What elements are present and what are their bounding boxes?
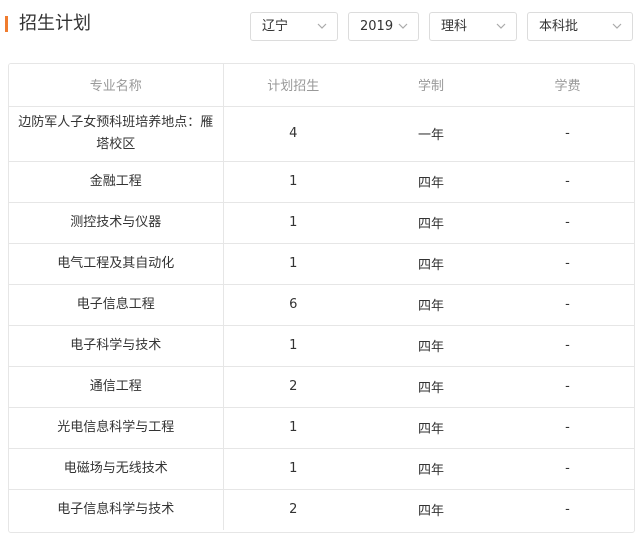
- major-name: 电子信息工程: [9, 284, 224, 326]
- duration: 四年: [417, 504, 444, 520]
- column-header-duration: 学制: [363, 64, 499, 107]
- province-select[interactable]: 辽宁: [250, 12, 338, 41]
- table-row: 电气工程及其自动化 1 四年 -: [9, 243, 634, 285]
- chevron-down-icon: [398, 23, 408, 29]
- fee: -: [499, 106, 634, 162]
- duration: 四年: [363, 366, 499, 408]
- plan-count: 1: [223, 407, 363, 449]
- plan-count: 2: [223, 366, 363, 408]
- major-name: 电气工程及其自动化: [9, 243, 224, 285]
- enrollment-plan-table: 专业名称 计划招生 学制 学费 边防军人子女预科班培养地点：雁塔校区 4 一年 …: [8, 63, 635, 533]
- duration: 四年: [363, 325, 499, 367]
- batch-select[interactable]: 本科批: [527, 12, 633, 41]
- table-row: 通信工程 2 四年 -: [9, 366, 634, 408]
- major-name: 电子信息科学与技术: [9, 489, 224, 530]
- fee: -: [499, 161, 634, 203]
- plan-count: 4: [223, 106, 363, 162]
- column-header-plan: 计划招生: [223, 64, 363, 107]
- table-row: 电子信息工程 6 四年 -: [9, 284, 634, 326]
- major-name: 金融工程: [9, 161, 224, 203]
- major-name: 电磁场与无线技术: [9, 448, 224, 490]
- subject-select-value: 理科: [441, 19, 468, 34]
- plan-count: 6: [223, 284, 363, 326]
- plan-count: 1: [223, 202, 363, 244]
- table-header-row: 专业名称 计划招生 学制 学费: [9, 64, 634, 107]
- table-row: 边防军人子女预科班培养地点：雁塔校区 4 一年 -: [9, 106, 634, 162]
- table-row: 电子信息科学与技术 2 四年 -: [9, 489, 634, 530]
- duration: 四年: [363, 202, 499, 244]
- chevron-down-icon: [496, 23, 506, 29]
- chevron-down-icon: [612, 23, 622, 29]
- major-name: 边防军人子女预科班培养地点：雁塔校区: [9, 106, 224, 162]
- major-name: 测控技术与仪器: [9, 202, 224, 244]
- table-row: 光电信息科学与工程 1 四年 -: [9, 407, 634, 449]
- page-header: 招生计划 辽宁 2019 理科 本科批: [0, 0, 643, 50]
- duration: 四年: [363, 407, 499, 449]
- year-select-value: 2019: [360, 19, 394, 34]
- fee: -: [565, 502, 570, 518]
- major-name: 电子科学与技术: [9, 325, 224, 367]
- plan-count: 1: [223, 448, 363, 490]
- fee: -: [499, 366, 634, 408]
- page-title: 招生计划: [19, 13, 91, 34]
- major-name: 光电信息科学与工程: [9, 407, 224, 449]
- column-header-fee: 学费: [499, 64, 634, 107]
- plan-count: 1: [223, 243, 363, 285]
- duration: 四年: [363, 448, 499, 490]
- fee: -: [499, 284, 634, 326]
- column-header-major: 专业名称: [9, 64, 224, 107]
- table-row: 电磁场与无线技术 1 四年 -: [9, 448, 634, 490]
- plan-count: 1: [223, 161, 363, 203]
- major-name: 通信工程: [9, 366, 224, 408]
- fee: -: [499, 325, 634, 367]
- table-row: 金融工程 1 四年 -: [9, 161, 634, 203]
- chevron-down-icon: [317, 23, 327, 29]
- duration: 四年: [363, 161, 499, 203]
- batch-select-value: 本科批: [539, 19, 579, 34]
- duration: 四年: [363, 243, 499, 285]
- fee: -: [499, 202, 634, 244]
- plan-count: 1: [223, 325, 363, 367]
- table-row: 电子科学与技术 1 四年 -: [9, 325, 634, 367]
- province-select-value: 辽宁: [262, 19, 289, 34]
- fee: -: [499, 448, 634, 490]
- fee: -: [499, 407, 634, 449]
- subject-select[interactable]: 理科: [429, 12, 517, 41]
- duration: 四年: [363, 284, 499, 326]
- plan-count: 2: [289, 502, 298, 518]
- duration: 一年: [363, 106, 499, 162]
- year-select[interactable]: 2019: [348, 12, 419, 41]
- table-row: 测控技术与仪器 1 四年 -: [9, 202, 634, 244]
- title-accent-bar: [5, 16, 8, 32]
- fee: -: [499, 243, 634, 285]
